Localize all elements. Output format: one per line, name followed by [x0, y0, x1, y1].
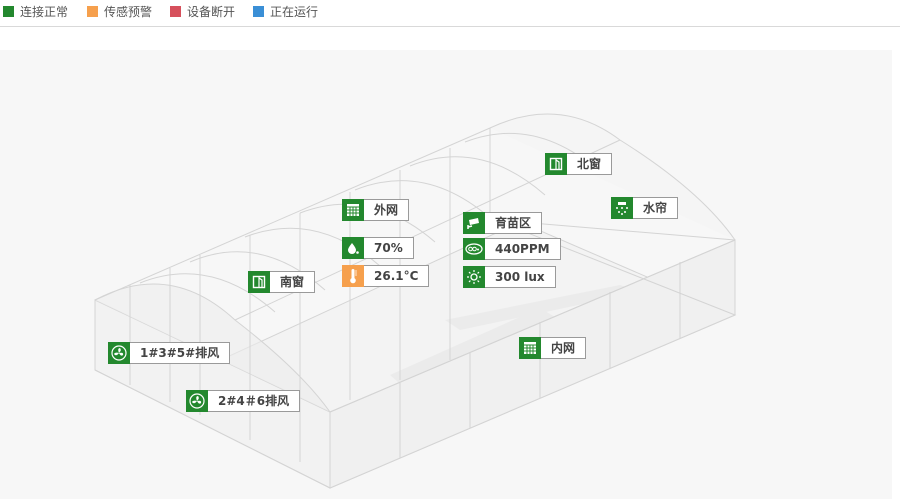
- camera-icon: [463, 212, 485, 234]
- exhaust-fan-246-control[interactable]: 2#4＃6排风: [186, 390, 301, 412]
- south-window-label: 南窗: [270, 271, 316, 293]
- exhaust-fan-135-control[interactable]: 1#3#5#排风: [108, 342, 231, 364]
- sprinkler-icon: [611, 197, 633, 219]
- sun-icon: [463, 266, 485, 288]
- water-drop-icon: [342, 237, 364, 259]
- humidity-sensor[interactable]: 70%: [342, 237, 414, 259]
- north-window-label: 北窗: [567, 153, 613, 175]
- inner-net-label: 内网: [541, 337, 587, 359]
- south-window-control[interactable]: 南窗: [248, 271, 316, 293]
- temperature-sensor[interactable]: 26.1°C: [342, 265, 430, 287]
- exhaust-fan-135-label: 1#3#5#排风: [130, 342, 231, 364]
- humidity-value: 70%: [364, 237, 414, 259]
- window-icon: [248, 271, 270, 293]
- co2-icon: [463, 238, 485, 260]
- outer-net-label: 外网: [364, 199, 410, 221]
- fan-icon: [108, 342, 130, 364]
- net-icon: [519, 337, 541, 359]
- outer-net-control[interactable]: 外网: [342, 199, 410, 221]
- greenhouse-illustration: [94, 113, 737, 489]
- nursery-label: 育苗区: [485, 212, 543, 234]
- nursery-camera-control[interactable]: 育苗区: [463, 212, 543, 234]
- light-value: 300 lux: [485, 266, 556, 288]
- exhaust-fan-246-label: 2#4＃6排风: [208, 390, 301, 412]
- window-icon: [545, 153, 567, 175]
- north-window-control[interactable]: 北窗: [545, 153, 613, 175]
- water-curtain-label: 水帘: [633, 197, 679, 219]
- net-icon: [342, 199, 364, 221]
- thermometer-icon: [342, 265, 364, 287]
- co2-sensor[interactable]: 440PPM: [463, 238, 561, 260]
- light-sensor[interactable]: 300 lux: [463, 266, 556, 288]
- water-curtain-control[interactable]: 水帘: [611, 197, 679, 219]
- co2-value: 440PPM: [485, 238, 561, 260]
- temperature-value: 26.1°C: [364, 265, 430, 287]
- inner-net-control[interactable]: 内网: [519, 337, 587, 359]
- fan-icon: [186, 390, 208, 412]
